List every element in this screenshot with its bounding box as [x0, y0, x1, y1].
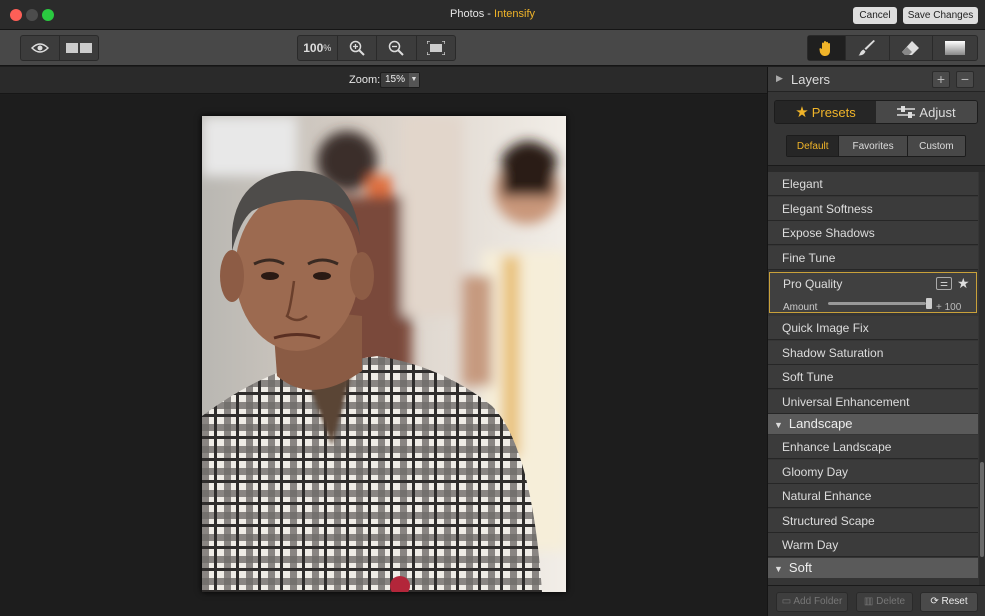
save-changes-button[interactable]: Save Changes — [903, 7, 978, 24]
list-item[interactable]: Enhance Landscape — [768, 435, 978, 459]
delete-button[interactable]: ▥ Delete — [856, 592, 913, 612]
amount-slider-fill — [828, 302, 926, 305]
list-item[interactable]: Gloomy Day — [768, 459, 978, 484]
zoom-in-icon — [349, 40, 365, 56]
split-view-button[interactable] — [60, 36, 99, 60]
eye-icon — [30, 43, 49, 53]
gradient-tool-button[interactable] — [933, 36, 977, 60]
add-folder-button[interactable]: ▭ Add Folder — [776, 592, 848, 612]
title-bar: Photos - Intensify Cancel Save Changes — [0, 0, 985, 30]
app-name: Photos — [450, 8, 485, 20]
zoom-label: Zoom: — [349, 74, 381, 86]
tab-presets[interactable]: ★ Presets — [775, 101, 876, 123]
disclosure-triangle-icon[interactable]: ▶ — [776, 73, 783, 84]
window-title: Photos - Intensify — [0, 8, 985, 20]
reset-button[interactable]: ⟳ Reset — [920, 592, 978, 612]
right-panel: ▶ Layers + − ★ Presets Adjust Default Fa… — [767, 67, 985, 616]
preset-settings-icon[interactable]: ⚌ — [936, 277, 952, 290]
fit-to-window-button[interactable] — [417, 36, 456, 60]
hand-icon — [819, 40, 831, 56]
tab-favorites[interactable]: Favorites — [839, 136, 908, 156]
preset-category-tabs: Default Favorites Custom — [786, 135, 966, 157]
chevron-down-icon: ▼ — [409, 73, 419, 87]
module-name: Intensify — [494, 8, 535, 20]
brush-tool-button[interactable] — [846, 36, 890, 60]
list-item[interactable]: Quick Image Fix — [768, 316, 978, 340]
zoom-select[interactable]: 15% ▼ — [380, 72, 420, 88]
zoom-100-button[interactable]: 100% — [298, 36, 338, 60]
split-view-icon — [65, 43, 92, 53]
cancel-button[interactable]: Cancel — [853, 7, 897, 24]
list-item[interactable]: Fine Tune — [768, 245, 978, 270]
group-title: Landscape — [788, 416, 853, 431]
amount-row: Amount + 100 — [770, 295, 978, 313]
folder-icon: ▭ — [781, 596, 792, 607]
remove-layer-button[interactable]: − — [956, 71, 974, 88]
list-item[interactable]: Structured Scape — [768, 508, 978, 533]
zoom-out-button[interactable] — [377, 36, 417, 60]
favorite-star-icon[interactable]: ★ — [957, 275, 970, 291]
preview-toggle-button[interactable] — [21, 36, 60, 60]
tab-adjust-label: Adjust — [919, 104, 956, 120]
amount-slider[interactable] — [828, 298, 932, 309]
portrait-photo[interactable] — [202, 116, 566, 592]
selected-preset-item[interactable]: Pro Quality ⚌ ★ Amount + 100 — [769, 272, 977, 313]
app-window: Photos - Intensify Cancel Save Changes 1… — [0, 0, 985, 616]
main-toolbar: 100% — [0, 30, 985, 66]
selected-preset-name: Pro Quality — [783, 277, 843, 291]
group-title: Soft — [788, 560, 813, 575]
eraser-tool-button[interactable] — [890, 36, 934, 60]
zoom-tools-group: 100% — [297, 35, 456, 61]
layers-title: Layers — [791, 72, 831, 87]
tab-adjust[interactable]: Adjust — [876, 101, 977, 123]
trash-icon: ▥ — [863, 596, 874, 607]
list-item[interactable]: Universal Enhancement — [768, 389, 978, 414]
sliders-icon — [897, 106, 916, 118]
edit-tools-group — [807, 35, 978, 61]
disclosure-triangle-icon: ▼ — [774, 420, 783, 430]
preset-footer: ▭ Add Folder ▥ Delete ⟳ Reset — [768, 585, 985, 616]
amount-slider-handle[interactable] — [926, 298, 932, 309]
reset-label: Reset — [941, 596, 968, 607]
list-divider — [768, 165, 985, 172]
zoom-bar: Zoom: 15% ▼ — [0, 67, 767, 94]
list-item[interactable]: Expose Shadows — [768, 221, 978, 245]
list-item[interactable]: Elegant Softness — [768, 196, 978, 221]
tab-default[interactable]: Default — [787, 136, 840, 156]
list-item[interactable]: Warm Day — [768, 533, 978, 557]
group-header-landscape[interactable]: ▼ Landscape — [768, 414, 978, 434]
view-toggle-group — [20, 35, 99, 61]
layers-header[interactable]: ▶ Layers + − — [768, 67, 985, 92]
brush-icon — [858, 40, 876, 56]
add-layer-button[interactable]: + — [932, 71, 950, 88]
star-icon: ★ — [795, 104, 809, 121]
disclosure-triangle-icon: ▼ — [774, 564, 783, 574]
tab-custom[interactable]: Custom — [907, 136, 965, 156]
zoom-in-button[interactable] — [338, 36, 377, 60]
add-folder-label: Add Folder — [793, 596, 843, 607]
list-item[interactable]: Soft Tune — [768, 365, 978, 389]
preset-list-scrollbar[interactable] — [979, 172, 985, 585]
fit-to-window-icon — [426, 41, 445, 55]
refresh-icon: ⟳ — [930, 596, 939, 607]
zoom-value: 15% — [385, 74, 406, 85]
scrollbar-thumb[interactable] — [980, 462, 984, 557]
zoom-out-icon — [389, 40, 404, 56]
eraser-icon — [902, 40, 920, 55]
group-header-soft[interactable]: ▼ Soft — [768, 558, 978, 578]
hand-tool-button[interactable] — [808, 36, 846, 60]
tab-presets-label: Presets — [811, 104, 856, 120]
list-item[interactable]: Elegant — [768, 172, 978, 196]
preset-list: Elegant Elegant Softness Expose Shadows … — [768, 172, 978, 585]
zoom-100-label: 100 — [303, 41, 324, 55]
gradient-icon — [945, 41, 966, 55]
title-separator: - — [484, 8, 495, 20]
delete-label: Delete — [876, 596, 906, 607]
zoom-100-unit: % — [323, 43, 332, 53]
list-item[interactable]: Shadow Saturation — [768, 340, 978, 365]
mode-tabs: ★ Presets Adjust — [774, 100, 978, 124]
photo-illustration — [202, 116, 566, 592]
list-item[interactable]: Natural Enhance — [768, 484, 978, 508]
